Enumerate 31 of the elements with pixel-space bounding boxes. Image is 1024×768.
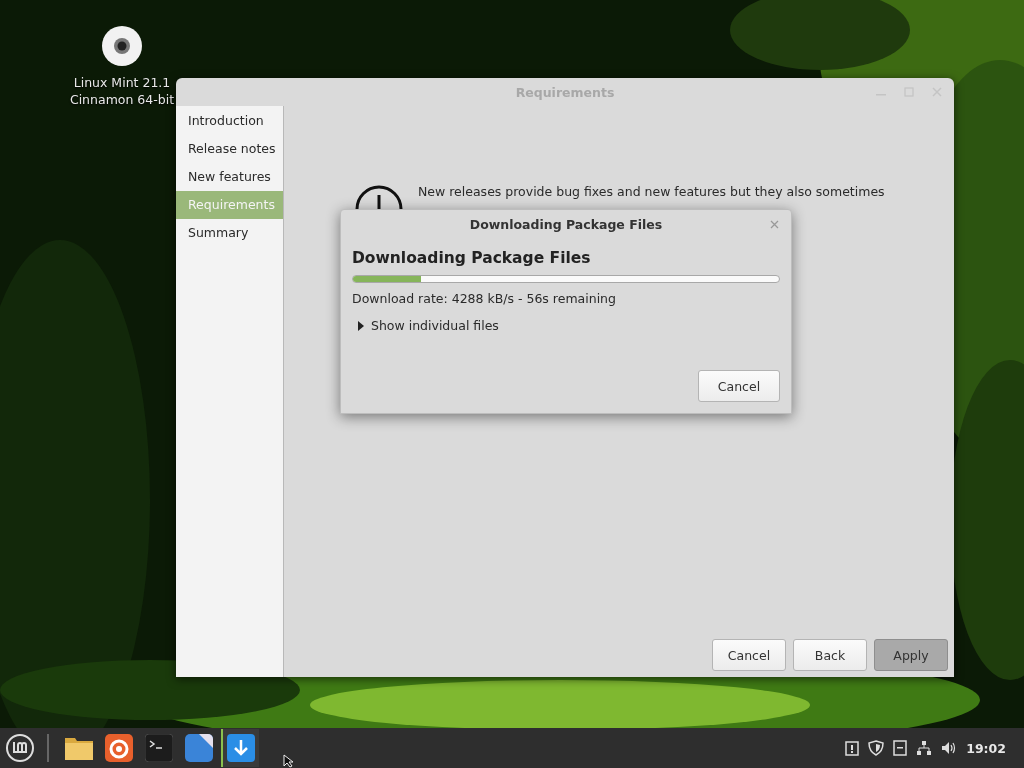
clipboard-icon[interactable] xyxy=(845,740,860,756)
message-text: New releases provide bug fixes and new features but they also sometimes xyxy=(418,184,885,200)
sidebar-item[interactable]: New features xyxy=(176,163,283,191)
download-status: Download rate: 4288 kB/s - 56s remaining xyxy=(352,291,617,306)
active-launcher[interactable] xyxy=(221,729,259,767)
sidebar-item[interactable]: Summary xyxy=(176,219,283,247)
download-icon xyxy=(227,734,255,762)
expander-label[interactable]: Show individual files xyxy=(371,318,499,333)
menu-icon[interactable] xyxy=(5,733,35,763)
dialog-title: Downloading Package Files xyxy=(469,216,663,232)
sidebar-item[interactable]: Release notes xyxy=(176,135,283,163)
network-icon[interactable] xyxy=(916,740,933,756)
dialog-button[interactable]: Cancel xyxy=(712,639,786,671)
mouse-pointer-icon xyxy=(283,754,295,768)
document-icon xyxy=(185,734,213,762)
cancel-button[interactable]: Cancel xyxy=(698,370,780,402)
browser-icon xyxy=(105,734,133,762)
disc-icon[interactable] xyxy=(102,26,142,66)
terminal-icon xyxy=(145,734,173,762)
dialog-heading: Downloading Package Files xyxy=(352,249,592,267)
warning-icon xyxy=(354,184,404,209)
expander-arrow-icon[interactable] xyxy=(357,320,365,331)
clock[interactable]: 19:02 xyxy=(966,740,1006,756)
dialog-button[interactable]: Back xyxy=(793,639,867,671)
shield-icon[interactable] xyxy=(868,740,885,756)
volume-icon[interactable] xyxy=(941,741,958,755)
window-list-icon[interactable] xyxy=(893,740,908,756)
apply-button[interactable]: Apply xyxy=(874,639,948,671)
sidebar-item[interactable]: Introduction xyxy=(176,107,283,135)
desktop-icon-label[interactable]: Linux Mint 21.1 Cinnamon 64-bit xyxy=(68,74,176,108)
folder-icon xyxy=(64,735,94,761)
